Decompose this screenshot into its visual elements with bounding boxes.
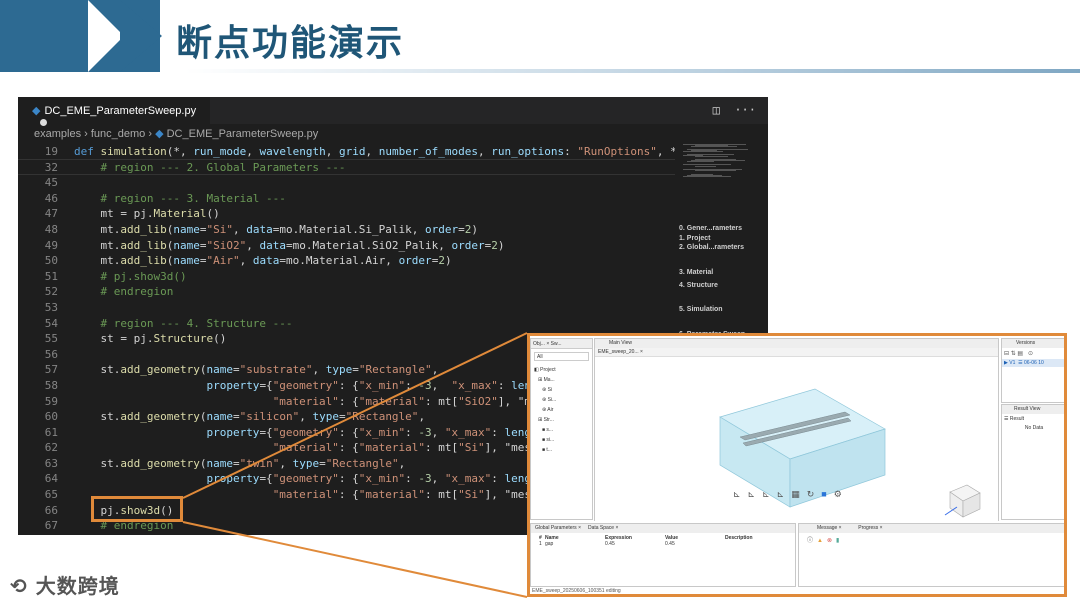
tree-item[interactable]: ⊛ Si (534, 385, 589, 395)
no-data-text: No Data (1024, 425, 1044, 431)
tree-item[interactable]: ⊞ Ma... (534, 375, 589, 385)
version-date: 06-06 10 (1024, 360, 1044, 366)
tab-message[interactable]: Message (817, 525, 837, 531)
version-row[interactable]: ▶ V1 ☰ 06-06 10 (1002, 359, 1064, 367)
cell[interactable]: 0.45 (605, 541, 665, 547)
tab-global-parameters[interactable]: Global Parameters (535, 525, 577, 531)
clear-icon[interactable]: ▮ (836, 538, 843, 544)
document-tab[interactable]: EME_sweep_20... × (595, 348, 998, 357)
tree-item[interactable]: ⊛ Si... (534, 395, 589, 405)
view-toolbar: ⊾⊾⊾⊾▦↻■⚙ (733, 489, 849, 500)
tree-item[interactable]: ⊛ Air (534, 405, 589, 415)
tree-item[interactable]: ■ s... (534, 425, 589, 435)
tab-data-space[interactable]: Data Space (588, 525, 614, 531)
simulation-app-window[interactable]: Obj... × Sw... All ◧ Project ⊞ Ma... ⊛ Si ⊛… (527, 333, 1067, 597)
warning-icon[interactable]: ▲ (817, 538, 827, 544)
versions-toolbar: ⊟ ⇅ ▤ ⊙ (1004, 351, 1034, 357)
version-name: V1 (1009, 360, 1016, 366)
document-tab-label: EME_sweep_20... (598, 349, 639, 355)
tab-sweep[interactable]: Sw... (551, 341, 562, 347)
tree-item[interactable]: ■ t... (534, 445, 589, 455)
tree-item[interactable]: ⊞ Str... (534, 415, 589, 425)
cell: 1 (539, 541, 542, 547)
info-icon[interactable]: ⓘ (807, 538, 817, 544)
result-label-row: ☰ Result (1004, 416, 1025, 422)
error-icon[interactable]: ⊗ (827, 538, 836, 544)
cell: 0.45 (665, 541, 675, 547)
view-zy-icon[interactable]: ⊾ (777, 489, 792, 499)
result-view-title: Result View (1002, 405, 1064, 414)
tree-item[interactable]: ■ si... (534, 435, 589, 445)
settings-icon[interactable]: ⚙ (834, 489, 849, 499)
axis-cube-icon (944, 484, 981, 518)
brand-logo-icon: ⟲ (10, 574, 28, 598)
bottom-tabs: Global Parameters × Data Space × (531, 524, 795, 533)
result-view-panel: Result View ☰ Result No Data (1001, 404, 1064, 520)
object-tree: ◧ Project ⊞ Ma... ⊛ Si ⊛ Si... ⊛ Air ⊞ Str...… (531, 364, 592, 456)
cell[interactable] (725, 541, 795, 547)
cell[interactable]: gap (545, 541, 605, 547)
result-label: Result (1009, 416, 1025, 422)
grid-icon[interactable]: ▦ (791, 489, 807, 499)
main-view-panel: Main View EME_sweep_20... × ⊾⊾⊾⊾▦↻■⚙ (594, 338, 999, 522)
global-parameters-panel: Global Parameters × Data Space × # Name Ex… (530, 523, 796, 587)
tab-objects[interactable]: Obj... (533, 341, 545, 347)
status-bar: EME_sweep_20250606_100351 editing (532, 588, 621, 594)
tab-progress[interactable]: Progress (858, 525, 878, 531)
tab-main-view[interactable]: Main View (595, 339, 998, 348)
brand-logo: ⟲ 大数跨境 (10, 570, 120, 599)
versions-panel: Versions ⊟ ⇅ ▤ ⊙ ▶ V1 ☰ 06-06 10 (1001, 338, 1064, 403)
filter-select[interactable]: All (534, 352, 589, 361)
versions-title: Versions (1002, 339, 1064, 348)
tree-item[interactable]: ◧ Project (534, 365, 589, 375)
brand-text: 大数跨境 (35, 574, 120, 598)
parameters-table: # Name Expression Value Description 1 gap 0.45… (531, 535, 795, 547)
message-toolbar: ⓘ▲⊗▮ (799, 533, 1064, 546)
left-tabs: Obj... × Sw... (531, 339, 592, 349)
object-tree-panel: Obj... × Sw... All ◧ Project ⊞ Ma... ⊛ Si ⊛… (530, 338, 593, 520)
solid-icon[interactable]: ■ (821, 489, 833, 499)
rotate-icon[interactable]: ↻ (807, 489, 822, 499)
view-xy-icon[interactable]: ⊾ (733, 489, 748, 499)
view-xz-icon[interactable]: ⊾ (748, 489, 763, 499)
message-panel: Message × Progress × ⓘ▲⊗▮ (798, 523, 1064, 587)
view-yz-icon[interactable]: ⊾ (762, 489, 777, 499)
message-tabs: Message × Progress × (799, 524, 1064, 533)
table-row[interactable]: 1 gap 0.45 0.45 (531, 541, 795, 547)
